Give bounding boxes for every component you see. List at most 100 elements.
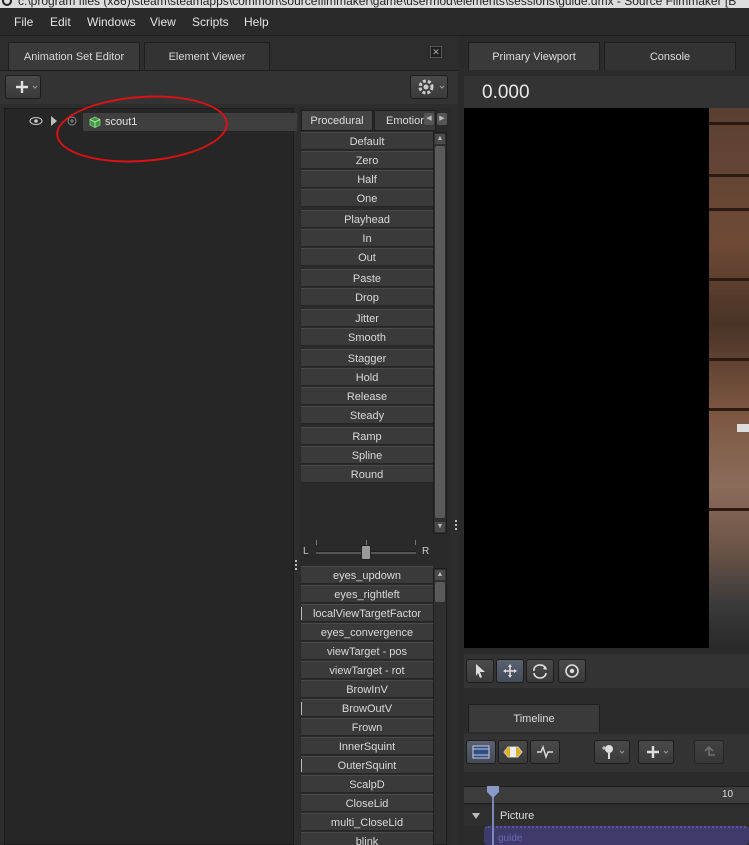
procedural-button-ramp[interactable]: Ramp: [301, 427, 433, 445]
procedural-button-one[interactable]: One: [301, 189, 433, 207]
tab-animation-set-editor[interactable]: Animation Set Editor: [8, 42, 140, 70]
pivot-icon: [565, 664, 579, 678]
motion-icon: [503, 746, 523, 758]
scrollbar-thumb[interactable]: [435, 582, 445, 602]
slider-tick: [415, 540, 416, 545]
procedural-button-stagger[interactable]: Stagger: [301, 349, 433, 367]
procedural-button-release[interactable]: Release: [301, 387, 433, 405]
eye-icon[interactable]: [29, 116, 43, 126]
fader-viewtarget-pos[interactable]: viewTarget - pos: [301, 642, 433, 660]
timeline-ruler[interactable]: 10: [464, 786, 749, 804]
viewport-toolbar: [464, 654, 749, 688]
menu-bar: File Edit Windows View Scripts Help: [0, 8, 749, 36]
fader-eyes-updown[interactable]: eyes_updown: [301, 566, 433, 584]
fader-eyes-convergence[interactable]: eyes_convergence: [301, 623, 433, 641]
menu-edit[interactable]: Edit: [50, 15, 71, 29]
settings-button[interactable]: [410, 75, 448, 99]
select-tool-button[interactable]: [466, 659, 494, 683]
film-clip-guide[interactable]: guide: [484, 826, 749, 845]
panel-splitter-handle[interactable]: [455, 520, 458, 536]
up-level-button[interactable]: [694, 740, 724, 764]
procedural-button-spline[interactable]: Spline: [301, 446, 433, 464]
procedural-scrollbar[interactable]: ▲ ▼: [433, 132, 447, 534]
fader-browoutv[interactable]: BrowOutV: [301, 699, 433, 717]
procedural-button-zero[interactable]: Zero: [301, 151, 433, 169]
clip-editor-button[interactable]: [466, 740, 496, 764]
add-button[interactable]: [5, 75, 41, 99]
animation-set-tree: scout1: [4, 108, 297, 845]
primary-viewport[interactable]: [464, 108, 749, 648]
fader-localviewtargetfactor[interactable]: localViewTargetFactor: [301, 604, 433, 622]
procedural-button-paste[interactable]: Paste: [301, 269, 433, 287]
graph-editor-button[interactable]: [530, 740, 560, 764]
tab-console[interactable]: Console: [604, 42, 736, 70]
bookmark-pin-icon: [602, 745, 625, 759]
menu-scripts[interactable]: Scripts: [192, 15, 229, 29]
balance-right-label: R: [422, 546, 430, 557]
fader-scrollbar[interactable]: ▲: [433, 568, 447, 845]
balance-slider-thumb[interactable]: [361, 545, 371, 560]
viewport-header: 0.000: [464, 76, 749, 108]
scroll-down-icon[interactable]: ▼: [435, 522, 445, 532]
cube-icon: [89, 116, 101, 128]
tree-item-label: scout1: [105, 116, 138, 128]
fader-browinv[interactable]: BrowInV: [301, 680, 433, 698]
scroll-up-icon[interactable]: ▲: [435, 570, 445, 580]
expand-plus-icon[interactable]: [67, 116, 77, 126]
tab-primary-viewport[interactable]: Primary Viewport: [468, 42, 600, 70]
tab-scroll-right-icon[interactable]: ▶: [437, 113, 447, 125]
fader-scalpd[interactable]: ScalpD: [301, 775, 433, 793]
procedural-button-drop[interactable]: Drop: [301, 288, 433, 306]
close-icon[interactable]: ✕: [430, 46, 442, 58]
fader-closelid[interactable]: CloseLid: [301, 794, 433, 812]
fader-multi-closelid[interactable]: multi_CloseLid: [301, 813, 433, 831]
tab-timeline[interactable]: Timeline: [468, 704, 600, 732]
window-title: c:\program files (x86)\steam\steamapps\c…: [18, 0, 737, 8]
tab-scroll-left-icon[interactable]: ◀: [424, 113, 434, 125]
procedural-button-playhead[interactable]: Playhead: [301, 210, 433, 228]
triangle-right-icon[interactable]: [50, 116, 58, 126]
tree-item-scout1[interactable]: scout1: [83, 113, 297, 131]
procedural-button-jitter[interactable]: Jitter: [301, 309, 433, 327]
tab-element-viewer[interactable]: Element Viewer: [144, 42, 270, 70]
procedural-button-half[interactable]: Half: [301, 170, 433, 188]
fader-blink[interactable]: blink: [301, 832, 433, 845]
track-row-picture[interactable]: Picture: [464, 806, 749, 826]
scroll-up-icon[interactable]: ▲: [435, 134, 445, 144]
up-arrow-icon: [704, 745, 715, 756]
fader-viewtarget-rot[interactable]: viewTarget - rot: [301, 661, 433, 679]
add-track-button[interactable]: [638, 740, 674, 764]
slider-tick: [316, 540, 317, 545]
fader-frown[interactable]: Frown: [301, 718, 433, 736]
procedural-button-round[interactable]: Round: [301, 465, 433, 483]
film-strip-icon: [472, 745, 490, 759]
add-bookmark-button[interactable]: [594, 740, 630, 764]
motion-editor-button[interactable]: [498, 740, 528, 764]
procedural-button-in[interactable]: In: [301, 229, 433, 247]
pane-splitter-handle[interactable]: [295, 560, 298, 574]
move-tool-button[interactable]: [496, 659, 524, 683]
clip-label: guide: [498, 833, 523, 844]
timeline-toolbar: [464, 734, 749, 772]
rotate-tool-button[interactable]: [526, 659, 554, 683]
menu-windows[interactable]: Windows: [87, 15, 136, 29]
tab-procedural[interactable]: Procedural: [301, 110, 373, 131]
menu-help[interactable]: Help: [244, 15, 269, 29]
procedural-button-steady[interactable]: Steady: [301, 406, 433, 424]
collapse-triangle-icon[interactable]: [472, 813, 480, 819]
procedural-button-default[interactable]: Default: [301, 132, 433, 150]
fader-outersquint[interactable]: OuterSquint: [301, 756, 433, 774]
time-readout: 0.000: [482, 82, 530, 103]
procedural-button-hold[interactable]: Hold: [301, 368, 433, 386]
scene-render: [709, 108, 749, 648]
procedural-button-smooth[interactable]: Smooth: [301, 328, 433, 346]
ase-toolbar: [0, 70, 458, 104]
pivot-tool-button[interactable]: [558, 659, 586, 683]
waveform-icon: [537, 744, 553, 760]
fader-eyes-rightleft[interactable]: eyes_rightleft: [301, 585, 433, 603]
procedural-button-out[interactable]: Out: [301, 248, 433, 266]
fader-innersquint[interactable]: InnerSquint: [301, 737, 433, 755]
menu-view[interactable]: View: [150, 15, 176, 29]
menu-file[interactable]: File: [14, 15, 33, 29]
scrollbar-thumb[interactable]: [435, 146, 445, 518]
